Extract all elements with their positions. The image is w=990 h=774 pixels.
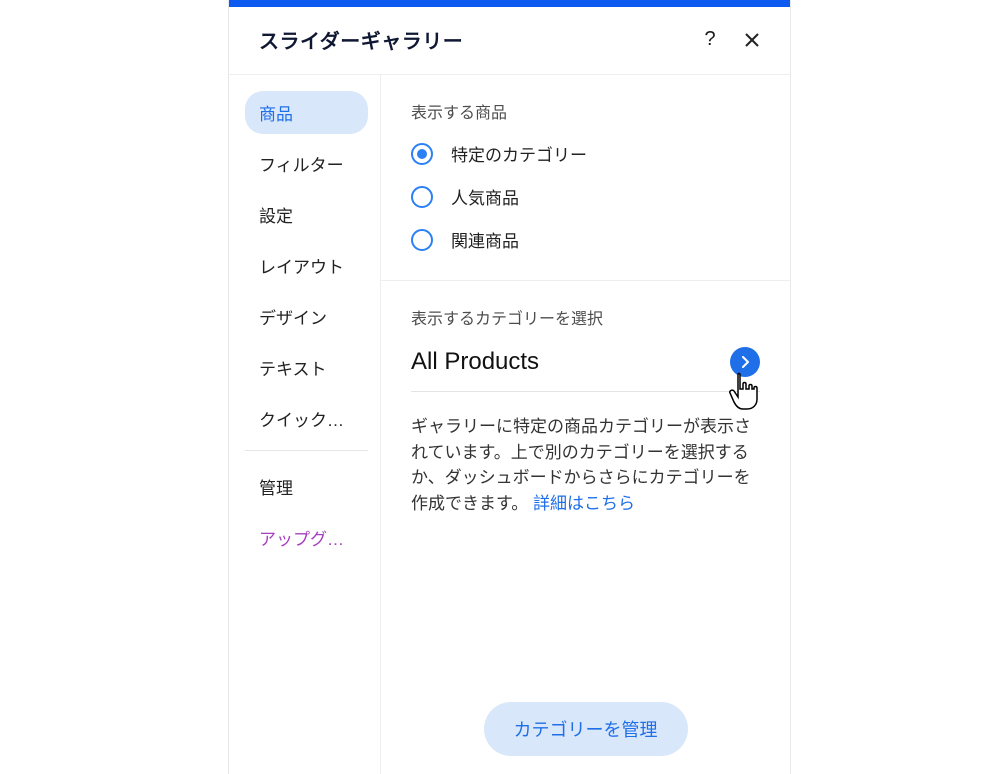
radio-icon [411,143,433,165]
panel-header: スライダーギャラリー ? [229,7,790,75]
category-select[interactable]: All Products [411,347,760,392]
sidebar-item-design[interactable]: デザイン [245,295,368,338]
selected-category-value: All Products [411,348,539,376]
sidebar-item-manage[interactable]: 管理 [245,465,368,508]
learn-more-link[interactable]: 詳細はこちら [533,494,635,513]
panel-title: スライダーギャラリー [259,25,680,54]
radio-popular-products[interactable]: 人気商品 [411,184,760,209]
sidebar-item-filter[interactable]: フィルター [245,142,368,185]
sidebar-item-label: デザイン [259,309,327,328]
pointer-cursor-icon [726,371,764,415]
manage-categories-label: カテゴリーを管理 [514,720,658,740]
sidebar-item-label: クイック… [259,411,344,430]
select-category-label: 表示するカテゴリーを選択 [411,305,760,329]
radio-label: 人気商品 [451,184,519,209]
main-content: 表示する商品 特定のカテゴリー 人気商品 関連商品 表示するカテゴリーを選択 A… [381,75,790,774]
sidebar-item-products[interactable]: 商品 [245,91,368,134]
sidebar-item-label: アップグ… [259,530,344,549]
sidebar-item-text[interactable]: テキスト [245,346,368,389]
sidebar-item-quick[interactable]: クイック… [245,397,368,440]
sidebar-divider [245,450,368,451]
sidebar-item-label: 管理 [259,479,293,498]
radio-label: 特定のカテゴリー [451,141,587,166]
radio-icon [411,229,433,251]
top-accent-bar [229,0,790,7]
help-icon[interactable]: ? [698,28,722,52]
radio-specific-category[interactable]: 特定のカテゴリー [411,141,760,166]
sidebar-item-settings[interactable]: 設定 [245,193,368,236]
radio-label: 関連商品 [451,227,519,252]
sidebar: 商品 フィルター 設定 レイアウト デザイン テキスト クイック… 管理 アップ… [229,75,381,774]
show-products-label: 表示する商品 [411,99,760,123]
radio-icon [411,186,433,208]
sidebar-item-label: フィルター [259,156,344,175]
manage-categories-button[interactable]: カテゴリーを管理 [484,702,688,756]
sidebar-item-label: 商品 [259,105,293,124]
section-divider [381,280,790,281]
category-description: ギャラリーに特定の商品カテゴリーが表示されています。上で別のカテゴリーを選択する… [411,414,760,516]
panel-body: 商品 フィルター 設定 レイアウト デザイン テキスト クイック… 管理 アップ… [229,75,790,774]
settings-panel: スライダーギャラリー ? 商品 フィルター 設定 レイアウト デザイン テキスト… [228,0,791,774]
close-icon[interactable] [740,28,764,52]
sidebar-item-upgrade[interactable]: アップグ… [245,516,368,559]
sidebar-item-label: レイアウト [259,258,344,277]
sidebar-item-label: 設定 [259,207,293,226]
sidebar-item-label: テキスト [259,360,327,379]
sidebar-item-layout[interactable]: レイアウト [245,244,368,287]
radio-related-products[interactable]: 関連商品 [411,227,760,252]
chevron-right-icon[interactable] [730,347,760,377]
